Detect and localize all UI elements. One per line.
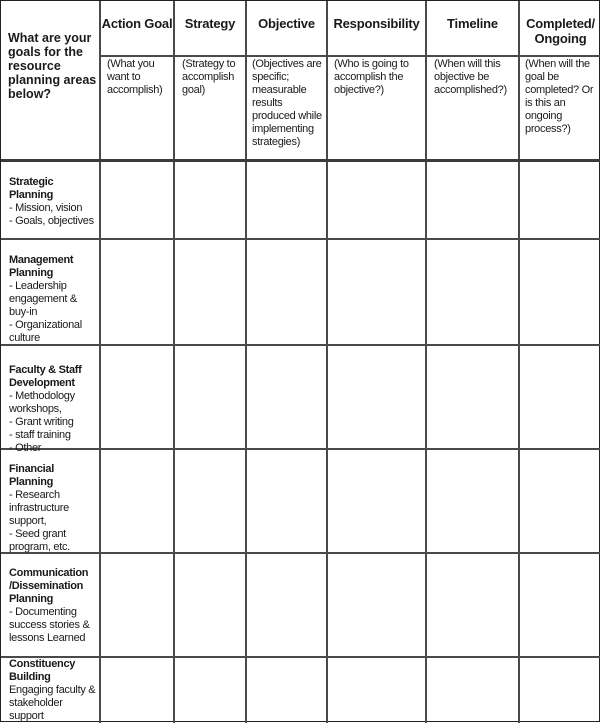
row-item: - Goals, objectives bbox=[9, 215, 94, 227]
column-title-strategy: Strategy bbox=[184, 16, 236, 31]
header-divider bbox=[99, 55, 600, 57]
column-description-completed-ongoing: (When will the goal be completed? Or is … bbox=[525, 58, 594, 135]
column-description-timeline: (When will this objective be accomplishe… bbox=[434, 58, 507, 96]
column-description-strategy: (Strategy to accomplish goal) bbox=[182, 58, 236, 96]
column-divider bbox=[245, 1, 247, 723]
column-description-action-goal: (What you want to accomplish) bbox=[107, 58, 163, 96]
column-divider bbox=[518, 1, 520, 723]
row-label-management-planning: Management Planning - Leadership engagem… bbox=[9, 254, 97, 345]
column-divider bbox=[173, 1, 175, 723]
row-item: - Mission, vision bbox=[9, 202, 83, 214]
row-item: - Seed grant program, etc. bbox=[9, 528, 70, 553]
row-item: - Organizational culture bbox=[9, 319, 82, 344]
row-heading: Constituency Building bbox=[9, 658, 76, 683]
row-label-strategic-planning: Strategic Planning - Mission, vision - G… bbox=[9, 176, 97, 228]
row-item: - Leadership engagement & buy-in bbox=[9, 280, 77, 318]
row-item: - Methodology workshops, bbox=[9, 390, 75, 415]
row-item: - Other bbox=[9, 442, 42, 454]
column-title-action-goal: Action Goal bbox=[101, 16, 173, 31]
column-divider bbox=[326, 1, 328, 723]
row-item: Engaging faculty & stakeholder support bbox=[9, 684, 96, 722]
row-heading: Communication /Dissemination Planning bbox=[9, 567, 89, 605]
resource-planning-table: What are your goals for the resource pla… bbox=[0, 0, 600, 723]
column-title-timeline: Timeline bbox=[447, 16, 498, 31]
row-heading: Financial Planning bbox=[9, 463, 54, 488]
row-label-communication-dissemination-planning: Communication /Dissemination Planning - … bbox=[9, 567, 99, 645]
row-heading: Strategic Planning bbox=[9, 176, 54, 201]
question-cell: What are your goals for the resource pla… bbox=[8, 31, 97, 101]
header-bottom-divider bbox=[1, 159, 600, 162]
row-item: - Grant writing bbox=[9, 416, 74, 428]
row-item: - Documenting success stories & lessons … bbox=[9, 606, 90, 644]
row-label-faculty-staff-development: Faculty & Staff Development - Methodolog… bbox=[9, 364, 97, 455]
row-label-financial-planning: Financial Planning - Research infrastruc… bbox=[9, 463, 97, 554]
column-title-responsibility: Responsibility bbox=[333, 16, 420, 31]
column-title-completed-ongoing: Completed/ Ongoing bbox=[526, 16, 595, 46]
row-item: - staff training bbox=[9, 429, 71, 441]
column-divider bbox=[99, 1, 101, 723]
row-heading: Faculty & Staff Development bbox=[9, 364, 82, 389]
row-divider bbox=[1, 238, 600, 240]
column-divider bbox=[425, 1, 427, 723]
column-description-responsibility: (Who is going to accomplish the objectiv… bbox=[334, 58, 409, 96]
row-heading: Management Planning bbox=[9, 254, 74, 279]
row-item: - Research infrastructure support, bbox=[9, 489, 69, 527]
column-title-objective: Objective bbox=[258, 16, 315, 31]
row-label-constituency-building: Constituency Building Engaging faculty &… bbox=[9, 658, 99, 723]
column-description-objective: (Objectives are specific; measurable res… bbox=[252, 58, 322, 148]
